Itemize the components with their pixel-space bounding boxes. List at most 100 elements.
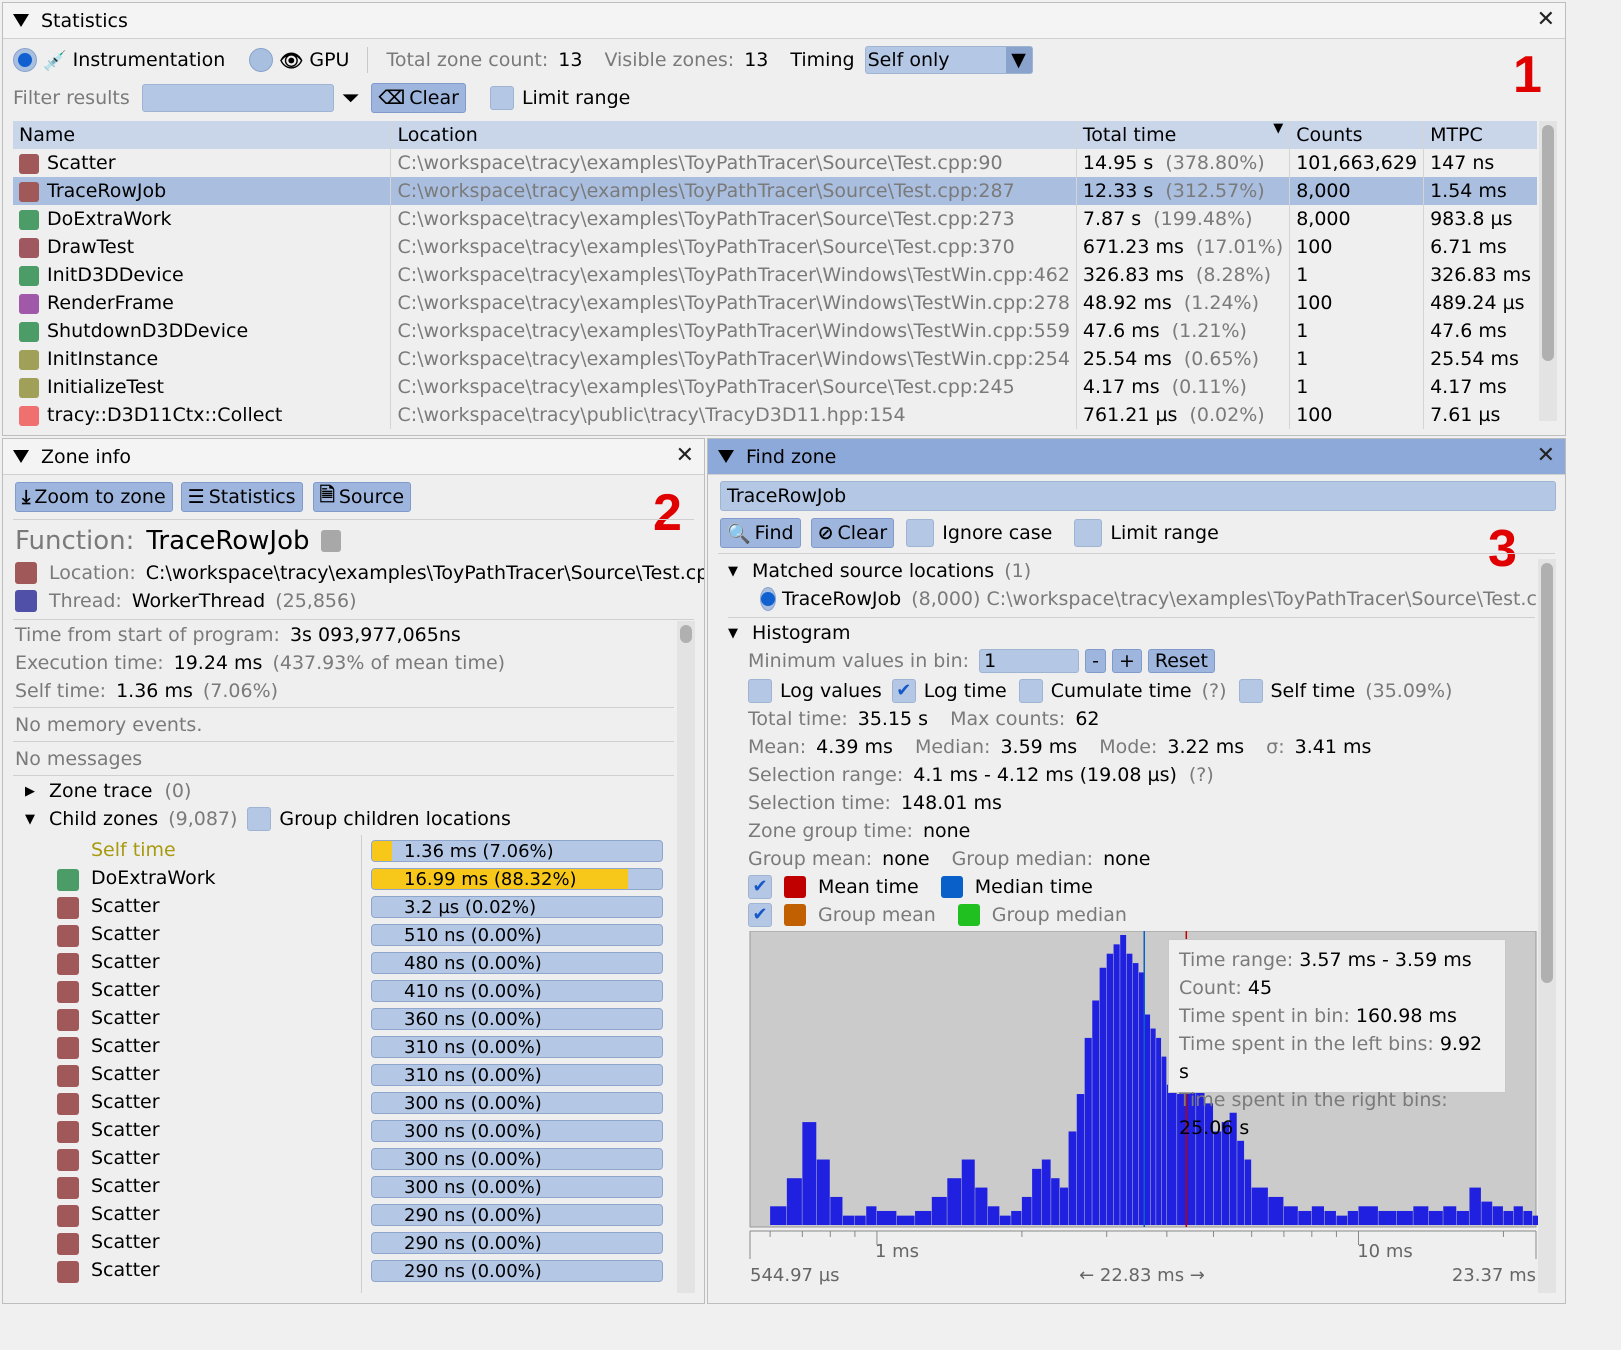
table-row[interactable]: TraceRowJob C:\workspace\tracy\examples\T… — [13, 177, 1537, 205]
help-icon[interactable]: (?) — [1189, 764, 1214, 786]
child-zones-label[interactable]: Child zones — [49, 808, 158, 830]
row-name-cell[interactable]: DoExtraWork — [13, 205, 392, 233]
child-zone-row[interactable]: Scatter 300 ns (0.00%) — [3, 1089, 673, 1117]
statistics-scroll-thumb[interactable] — [1542, 125, 1554, 361]
child-zone-row[interactable]: Scatter 290 ns (0.00%) — [3, 1201, 673, 1229]
statistics-titlebar[interactable]: Statistics ✕ — [3, 3, 1565, 39]
filter-input[interactable] — [141, 84, 334, 112]
column-header-counts[interactable]: Counts — [1289, 121, 1425, 149]
self-time-checkbox[interactable] — [1238, 679, 1263, 703]
child-zone-row[interactable]: Scatter 360 ns (0.00%) — [3, 1005, 673, 1033]
table-row[interactable]: Scatter C:\workspace\tracy\examples\ToyPa… — [13, 149, 1537, 177]
row-name-cell[interactable]: TraceRowJob — [13, 177, 392, 205]
child-zone-row[interactable]: Scatter 510 ns (0.00%) — [3, 921, 673, 949]
column-header-location[interactable]: Location — [390, 121, 1077, 149]
child-zone-row[interactable]: Scatter 300 ns (0.00%) — [3, 1117, 673, 1145]
column-header-total-time[interactable]: Total time ▼ — [1076, 121, 1291, 149]
timing-select[interactable]: Self only ▼ — [864, 46, 1033, 74]
ignore-case-checkbox[interactable] — [906, 519, 935, 547]
table-row[interactable]: tracy::D3D11Ctx::Collect C:\workspace\tra… — [13, 401, 1537, 429]
source-button[interactable]: 🗎 Source — [312, 482, 412, 512]
expand-right-icon[interactable]: ▶ — [25, 784, 35, 799]
child-zone-row[interactable]: Self time 1.36 ms (7.06%) — [3, 837, 673, 865]
row-name-cell[interactable]: tracy::D3D11Ctx::Collect — [13, 401, 392, 429]
child-zone-row[interactable]: Scatter 3.2 µs (0.02%) — [3, 893, 673, 921]
find-zone-scroll-thumb[interactable] — [1541, 563, 1553, 983]
row-name-cell[interactable]: InitInstance — [13, 345, 392, 373]
child-zone-row[interactable]: DoExtraWork 16.99 ms (88.32%) — [3, 865, 673, 893]
close-icon[interactable]: ✕ — [1537, 9, 1555, 31]
zone-info-titlebar[interactable]: Zone info ✕ — [3, 439, 704, 475]
limit-range-checkbox[interactable] — [489, 86, 514, 110]
filter-clear-button[interactable]: ⌫ Clear — [371, 83, 466, 113]
group-mean-median-checkbox[interactable]: ✔ — [748, 903, 772, 927]
child-zone-row[interactable]: Scatter 310 ns (0.00%) — [3, 1033, 673, 1061]
find-zone-titlebar[interactable]: Find zone ✕ — [708, 439, 1565, 475]
min-bin-reset-button[interactable]: Reset — [1147, 649, 1215, 673]
statistics-scrollbar[interactable] — [1539, 121, 1557, 421]
collapse-icon[interactable] — [718, 450, 734, 463]
divider — [367, 47, 369, 73]
zoom-to-zone-button[interactable]: ⤓ Zoom to zone — [15, 482, 173, 512]
child-zone-row[interactable]: Scatter 480 ns (0.00%) — [3, 949, 673, 977]
match-radio[interactable] — [760, 587, 776, 611]
child-zone-row[interactable]: Scatter 410 ns (0.00%) — [3, 977, 673, 1005]
statistics-button[interactable]: ☰ Statistics — [180, 482, 303, 512]
table-row[interactable]: ShutdownD3DDevice C:\workspace\tracy\exam… — [13, 317, 1537, 345]
expand-down-icon[interactable]: ▼ — [25, 812, 35, 827]
row-counts-cell: 8,000 — [1289, 205, 1425, 233]
table-row[interactable]: RenderFrame C:\workspace\tracy\examples\T… — [13, 289, 1537, 317]
child-zone-row[interactable]: Scatter 310 ns (0.00%) — [3, 1061, 673, 1089]
histogram-label[interactable]: Histogram — [752, 622, 851, 644]
column-header-mtpc[interactable]: MTPC — [1423, 121, 1537, 149]
collapse-icon[interactable] — [13, 14, 29, 27]
find-query-input[interactable]: TraceRowJob — [720, 481, 1556, 511]
cumulate-time-checkbox[interactable] — [1018, 679, 1043, 703]
close-icon[interactable]: ✕ — [676, 445, 694, 467]
help-icon[interactable]: (?) — [1202, 680, 1227, 702]
row-name-cell[interactable]: InitD3DDevice — [13, 261, 392, 289]
zone-info-scrollbar[interactable] — [677, 621, 695, 1293]
table-row[interactable]: InitD3DDevice C:\workspace\tracy\examples… — [13, 261, 1537, 289]
chevron-down-icon[interactable]: ▼ — [1005, 47, 1032, 73]
matched-locations-label[interactable]: Matched source locations — [752, 560, 994, 582]
row-total-time: 48.92 ms — [1082, 292, 1172, 314]
find-clear-label: Clear — [837, 522, 888, 544]
row-name-cell[interactable]: InitializeTest — [13, 373, 392, 401]
table-row[interactable]: DrawTest C:\workspace\tracy\examples\ToyP… — [13, 233, 1537, 261]
child-zone-row[interactable]: Scatter 290 ns (0.00%) — [3, 1229, 673, 1257]
zone-info-scroll-thumb[interactable] — [680, 625, 692, 643]
close-icon[interactable]: ✕ — [1537, 445, 1555, 467]
row-name-cell[interactable]: RenderFrame — [13, 289, 392, 317]
find-clear-button[interactable]: ⊘ Clear — [810, 518, 895, 548]
log-time-checkbox[interactable]: ✔ — [891, 679, 916, 703]
min-bin-increment-button[interactable]: + — [1111, 649, 1142, 673]
total-zone-value: 13 — [558, 49, 583, 71]
find-button[interactable]: 🔍 Find — [720, 518, 801, 548]
row-name-cell[interactable]: ShutdownD3DDevice — [13, 317, 392, 345]
expand-down-icon[interactable]: ▼ — [728, 564, 738, 579]
group-children-checkbox[interactable] — [247, 807, 272, 831]
log-values-checkbox[interactable] — [748, 679, 772, 703]
table-row[interactable]: InitInstance C:\workspace\tracy\examples\… — [13, 345, 1537, 373]
gpu-radio[interactable] — [249, 48, 274, 72]
copy-icon[interactable] — [321, 530, 342, 552]
child-zone-row[interactable]: Scatter 300 ns (0.00%) — [3, 1173, 673, 1201]
expand-down-icon[interactable]: ▼ — [728, 626, 738, 641]
column-header-name[interactable]: Name — [13, 121, 392, 149]
row-name-cell[interactable]: DrawTest — [13, 233, 392, 261]
child-zone-row[interactable]: Scatter 300 ns (0.00%) — [3, 1145, 673, 1173]
table-row[interactable]: InitializeTest C:\workspace\tracy\example… — [13, 373, 1537, 401]
min-bin-decrement-button[interactable]: - — [1085, 649, 1106, 673]
row-name-cell[interactable]: Scatter — [13, 149, 392, 177]
row-location-cell: C:\workspace\tracy\examples\ToyPathTrace… — [390, 177, 1077, 205]
child-zone-row[interactable]: Scatter 290 ns (0.00%) — [3, 1257, 673, 1285]
mean-median-checkbox[interactable]: ✔ — [748, 875, 772, 899]
collapse-icon[interactable] — [13, 450, 29, 463]
zone-trace-label[interactable]: Zone trace — [49, 780, 152, 802]
find-zone-scrollbar[interactable] — [1538, 559, 1556, 1293]
min-bin-input[interactable]: 1 — [979, 649, 1080, 673]
table-row[interactable]: DoExtraWork C:\workspace\tracy\examples\T… — [13, 205, 1537, 233]
instrumentation-radio[interactable] — [13, 48, 37, 72]
find-limit-range-checkbox[interactable] — [1074, 519, 1103, 547]
